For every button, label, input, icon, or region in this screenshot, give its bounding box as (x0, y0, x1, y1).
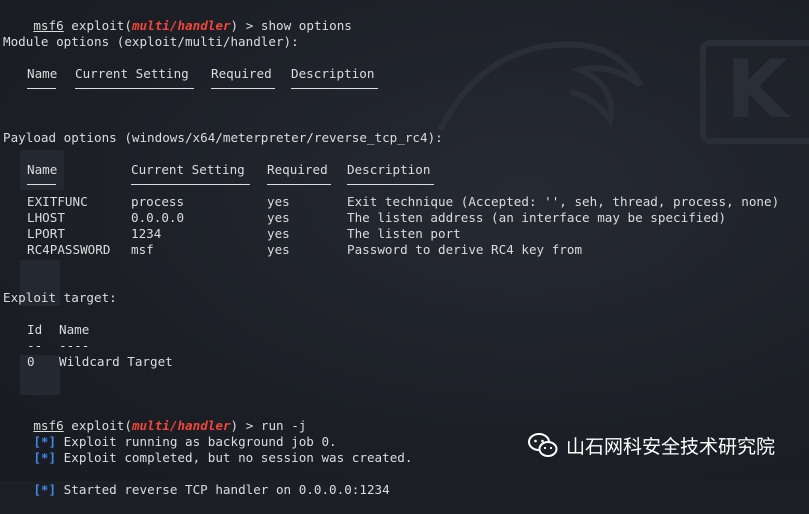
column-header-id: Id (27, 322, 43, 337)
column-header-required: Required (211, 66, 272, 81)
header-underline (211, 88, 275, 89)
option-name: LPORT (27, 226, 65, 241)
option-description: Password to derive RC4 key from (347, 242, 583, 257)
option-description: The listen address (an interface may be … (347, 210, 727, 225)
terminal-window[interactable]: K msf6 exploit(multi/handler) > show opt… (0, 0, 809, 497)
option-setting: 1234 (131, 226, 162, 241)
option-setting: process (131, 194, 185, 209)
module-options-heading: Module options (exploit/multi/handler): (3, 34, 299, 49)
account-watermark: 山石网科安全技术研究院 (528, 428, 775, 462)
column-header-description: Description (347, 162, 431, 177)
kali-dragon-icon (437, 41, 643, 132)
column-header-description: Description (291, 66, 375, 81)
option-required: yes (267, 194, 290, 209)
status-line: [*] Exploit running as background job 0. (3, 418, 336, 449)
option-name: RC4PASSWORD (27, 242, 111, 257)
header-underline (27, 184, 56, 185)
status-line: [*] Started reverse TCP handler on 0.0.0… (3, 466, 389, 497)
account-name: 山石网科安全技术研究院 (566, 435, 776, 458)
prompt-line: msf6 exploit(multi/handler) > show optio… (3, 2, 352, 33)
payload-options-heading: Payload options (windows/x64/meterpreter… (3, 130, 443, 145)
header-underline (347, 184, 434, 185)
header-underline (75, 88, 194, 89)
module-name: multi/handler (131, 18, 231, 33)
target-id: 0 (27, 354, 35, 369)
command-text: show options (260, 18, 352, 33)
msf-prompt: msf6 (33, 18, 64, 33)
desktop-icon (20, 355, 60, 395)
column-header-current-setting: Current Setting (131, 162, 245, 177)
option-name: EXITFUNC (27, 194, 88, 209)
exploit-prefix: exploit( (71, 18, 132, 33)
status-text: Exploit completed, but no session was cr… (56, 450, 413, 465)
status-marker: [*] (33, 482, 57, 497)
target-name: Wildcard Target (59, 354, 173, 369)
option-setting: 0.0.0.0 (131, 210, 185, 225)
status-text: Started reverse TCP handler on 0.0.0.0:1… (56, 482, 390, 497)
option-description: Exit technique (Accepted: '', seh, threa… (347, 194, 780, 209)
column-header-name: Name (27, 66, 58, 81)
kali-logo-letter: K (726, 43, 788, 136)
exploit-target-heading: Exploit target: (3, 290, 117, 305)
column-header-name: Name (27, 162, 58, 177)
option-required: yes (267, 226, 290, 241)
status-marker: [*] (33, 450, 57, 465)
header-underline (27, 88, 56, 89)
header-underline (291, 88, 378, 89)
column-header-required: Required (267, 162, 328, 177)
wechat-icon (528, 433, 558, 457)
prompt-arrow: > (238, 18, 261, 33)
exploit-suffix: ) (230, 18, 239, 33)
column-header-name: Name (59, 322, 90, 337)
option-description: The listen port (347, 226, 461, 241)
option-setting: msf (131, 242, 154, 257)
header-underline (131, 184, 250, 185)
status-line: [*] Exploit completed, but no session wa… (3, 434, 412, 465)
column-header-current-setting: Current Setting (75, 66, 189, 81)
prompt-line: msf6 exploit(multi/handler) > run -j (3, 402, 306, 433)
option-name: LHOST (27, 210, 65, 225)
option-required: yes (267, 242, 290, 257)
header-underline (267, 184, 331, 185)
header-dashes: -- (27, 338, 43, 353)
header-dashes: ---- (59, 338, 90, 353)
option-required: yes (267, 210, 290, 225)
